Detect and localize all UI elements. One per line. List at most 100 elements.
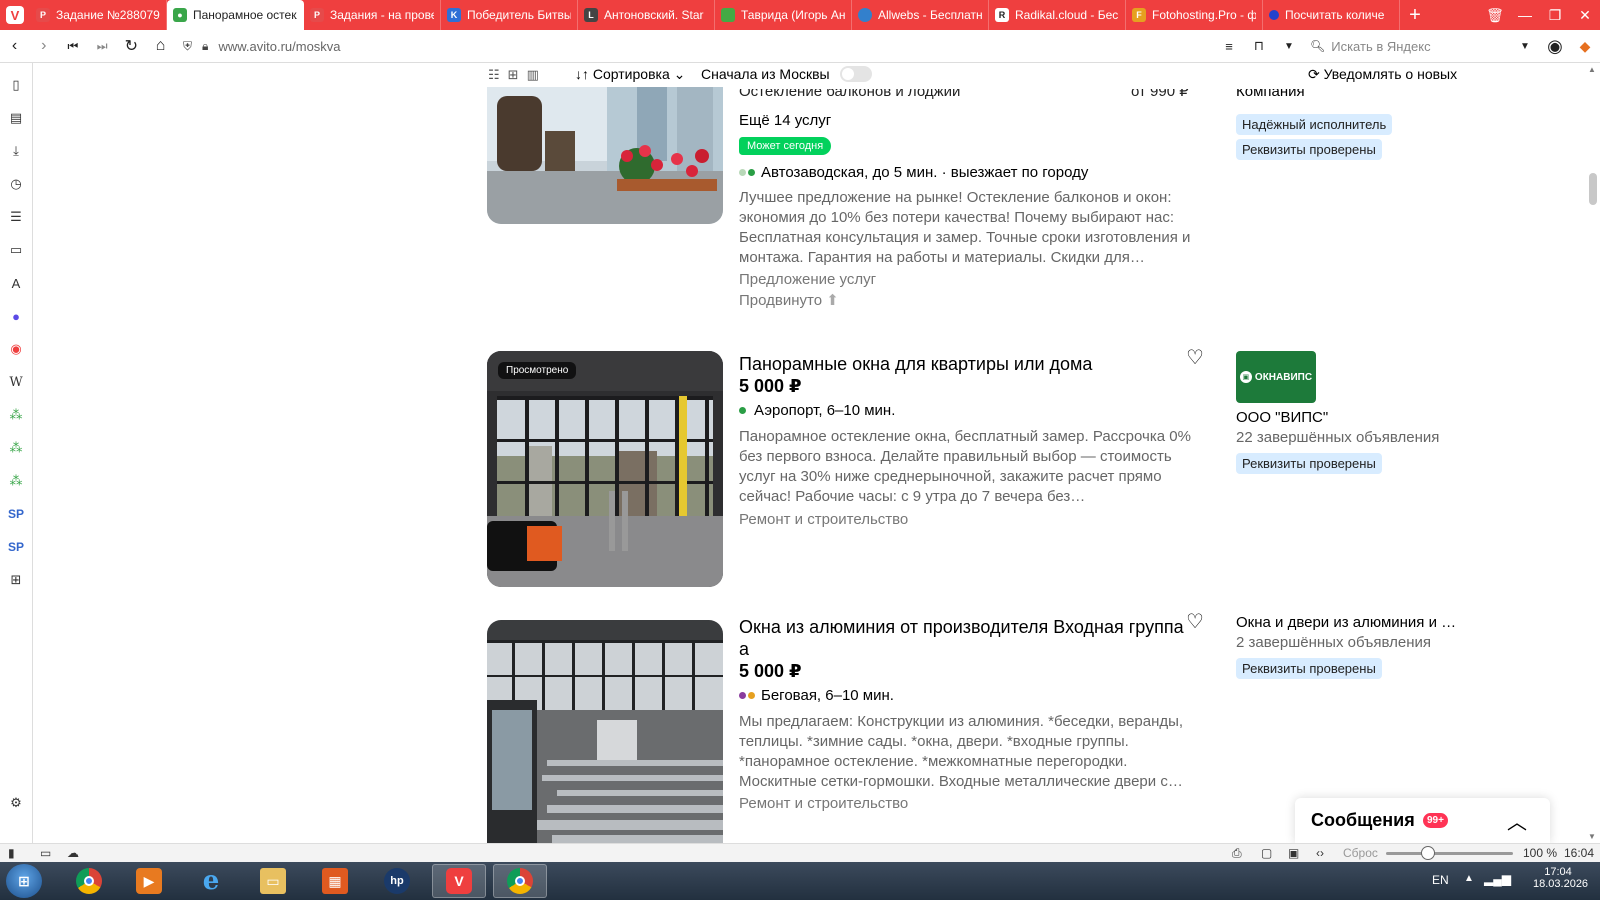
home-icon[interactable]: ⌂ <box>146 31 175 61</box>
fast-forward-icon[interactable]: ⏭ <box>88 31 117 61</box>
seller-name[interactable]: ООО "ВИПС" <box>1236 409 1466 426</box>
tray-expand-icon[interactable]: ▲ <box>1464 873 1474 884</box>
view-switcher: ☷ ⊞ ▥ <box>488 67 539 83</box>
downloads-icon[interactable]: ⤓ <box>6 141 26 161</box>
mastodon-icon[interactable]: ● <box>6 306 26 326</box>
bookmark-icon[interactable]: ⊓ <box>1244 31 1274 61</box>
network-signal-icon[interactable]: ▂▄▆ <box>1484 872 1511 886</box>
start-button[interactable]: ⊞ <box>6 864 42 898</box>
favorite-heart-icon[interactable]: ♡ <box>1184 347 1206 369</box>
listing-title-cutoff[interactable]: Остекление балконов и лоджий <box>739 89 1189 103</box>
notes-icon[interactable]: ☰ <box>6 207 26 227</box>
notify-new-button[interactable]: ⟳ Уведомлять о новых <box>1308 66 1457 83</box>
wikipedia-icon[interactable]: W <box>6 372 26 392</box>
tab[interactable]: F Fotohosting.Pro - ф <box>1126 0 1263 30</box>
tab[interactable]: K Победитель Битвы <box>441 0 578 30</box>
sync-cloud-icon[interactable]: ☁ <box>67 846 79 860</box>
tab[interactable]: Allwebs - Бесплатн <box>852 0 989 30</box>
ie-taskbar-button[interactable]: e <box>184 864 238 898</box>
sort-dropdown[interactable]: ↓↑ Сортировка ⌄ <box>575 66 685 83</box>
chrome-taskbar-button[interactable] <box>493 864 547 898</box>
translate-icon[interactable]: A <box>6 273 26 293</box>
listing-title[interactable]: Панорамные окна для квартиры или дома <box>739 353 1189 375</box>
page-tiling-icon[interactable]: ▢ <box>1261 846 1272 860</box>
listing-title[interactable]: Окна из алюминия от производителя Входна… <box>739 616 1189 660</box>
tab[interactable]: Таврида (Игорь Ан <box>715 0 852 30</box>
avito-icon[interactable]: ⁂ <box>6 438 26 458</box>
search-field[interactable]: 🔍︎ Искать в Яндекс <box>1310 34 1510 58</box>
chevron-down-icon[interactable]: ▼ <box>1274 31 1304 61</box>
control-panel-taskbar-button[interactable]: ▦ <box>308 864 362 898</box>
trash-icon[interactable]: 🗑 <box>1480 0 1510 30</box>
code-icon[interactable]: ‹› <box>1316 846 1324 860</box>
moscow-first-toggle[interactable] <box>840 66 872 82</box>
reading-list-icon[interactable]: ▤ <box>6 108 26 128</box>
vivaldi-taskbar-button[interactable]: V <box>432 864 486 898</box>
extension-icon[interactable]: ◆ <box>1570 31 1600 61</box>
panel-toggle-icon[interactable]: ▮ <box>8 846 15 860</box>
camera-icon[interactable]: ⎙ <box>1232 846 1242 861</box>
chevron-down-icon[interactable]: ▼ <box>1510 31 1540 61</box>
explorer-taskbar-button[interactable]: ▭ <box>246 864 300 898</box>
history-icon[interactable]: ◷ <box>6 174 26 194</box>
tab[interactable]: Посчитать количе <box>1263 0 1400 30</box>
back-icon[interactable]: ‹ <box>0 31 29 61</box>
reader-view-icon[interactable]: ≡ <box>1214 31 1244 61</box>
grid-view-icon[interactable]: ⊞ <box>508 67 519 83</box>
tab-active[interactable]: ●Панорамное остекление <box>167 0 304 30</box>
tab[interactable]: L Антоновский. Star <box>578 0 715 30</box>
vivaldi-menu-button[interactable]: V <box>0 0 30 30</box>
sp-site-icon[interactable]: SP <box>6 504 26 524</box>
add-panel-icon[interactable]: ⊞ <box>6 570 26 590</box>
minimize-icon[interactable]: — <box>1510 0 1540 30</box>
tab[interactable]: P Задание №288079 <box>30 0 167 30</box>
listing-photo[interactable]: Просмотрено <box>487 351 723 587</box>
bookmarks-panel-icon[interactable]: ▯ <box>6 75 26 95</box>
scroll-up-icon[interactable]: ▲ <box>1588 65 1596 74</box>
profile-icon[interactable]: ◉ <box>1540 31 1570 61</box>
chevron-up-icon[interactable]: ︿ <box>1507 806 1527 835</box>
seller-name[interactable]: Окна и двери из алюминия и … <box>1236 614 1466 631</box>
avito-icon[interactable]: ⁂ <box>6 405 26 425</box>
tab[interactable]: R Radikal.cloud - Бес <box>989 0 1126 30</box>
listing-photo[interactable] <box>487 620 723 843</box>
taskbar-clock[interactable]: 17:04 18.03.2026 <box>1533 866 1588 890</box>
seller-logo[interactable]: ▣ ОКНАВИПС <box>1236 351 1316 403</box>
list-view-icon[interactable]: ☷ <box>488 67 500 83</box>
more-services-link[interactable]: Ещё 14 услуг <box>739 110 1189 132</box>
sp-site-icon[interactable]: SP <box>6 537 26 557</box>
avito-icon[interactable]: ⁂ <box>6 471 26 491</box>
image-icon[interactable]: ▣ <box>1288 846 1299 860</box>
settings-icon[interactable]: ⚙ <box>6 793 26 813</box>
media-player-taskbar-button[interactable]: ▶ <box>122 864 176 898</box>
tab[interactable]: PЗадания - на проверку <box>304 0 441 30</box>
tiling-icon[interactable]: ▭ <box>40 846 51 860</box>
window-panel-icon[interactable]: ▭ <box>6 240 26 260</box>
zoom-slider[interactable] <box>1386 852 1513 855</box>
maximize-icon[interactable]: ❐ <box>1540 0 1570 30</box>
rewind-icon[interactable]: ⏮ <box>58 31 87 61</box>
new-tab-button[interactable]: + <box>1400 0 1430 30</box>
vivaldi-icon[interactable]: ◉ <box>6 339 26 359</box>
favorite-heart-icon[interactable]: ♡ <box>1184 611 1206 633</box>
zoom-reset-button[interactable]: Сброс <box>1343 846 1378 860</box>
shield-icon[interactable]: ⛨ <box>183 39 192 54</box>
browser-status-bar: ▮ ▭ ☁ ⎙ ▢ ▣ ‹› Сброс 100 % 16:04 <box>0 843 1600 862</box>
forward-icon[interactable]: › <box>29 31 58 61</box>
zoom-slider-knob[interactable] <box>1421 846 1436 860</box>
url-field[interactable]: ⛨ 🔒︎ www.avito.ru/moskva <box>183 33 1214 59</box>
chrome-taskbar-button[interactable] <box>62 864 116 898</box>
page-scrollbar[interactable]: ▲ ▼ <box>1585 63 1600 843</box>
seller-name-cutoff[interactable]: Компания <box>1236 89 1466 103</box>
lock-icon[interactable]: 🔒︎ <box>202 39 208 54</box>
reload-icon[interactable]: ↻ <box>117 31 146 61</box>
scroll-thumb[interactable] <box>1589 173 1597 205</box>
language-indicator[interactable]: EN <box>1432 873 1449 887</box>
close-icon[interactable]: ✕ <box>1570 0 1600 30</box>
hp-taskbar-button[interactable]: hp <box>370 864 424 898</box>
messages-widget[interactable]: Сообщения 99+ ︿ <box>1295 798 1550 843</box>
listing-photo[interactable] <box>487 63 723 224</box>
scroll-down-icon[interactable]: ▼ <box>1588 832 1596 841</box>
map-view-icon[interactable]: ▥ <box>527 67 539 83</box>
url-text[interactable]: www.avito.ru/moskva <box>218 39 340 54</box>
